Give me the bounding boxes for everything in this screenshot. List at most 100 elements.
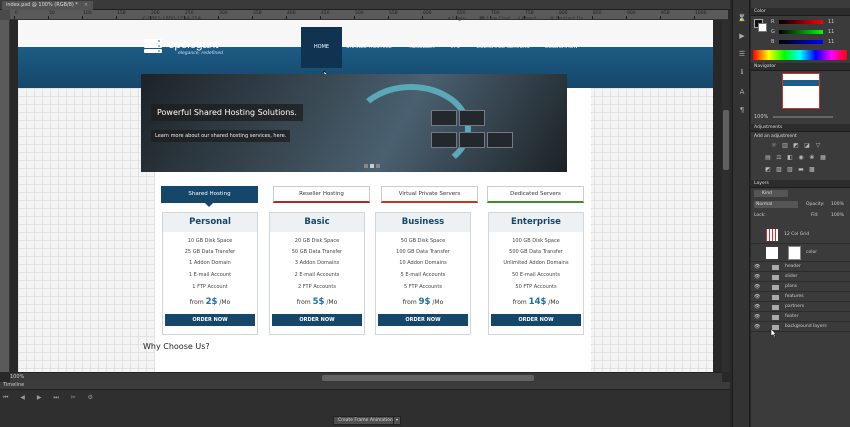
layer-row-footer[interactable]: 👁︎ footer (751, 312, 850, 322)
nav-vps[interactable]: VPS (444, 27, 466, 68)
nav-reseller[interactable]: RESELLER (404, 27, 440, 68)
selective-color-icon[interactable]: ▩ (809, 167, 815, 173)
order-now-button[interactable]: ORDER NOW (165, 314, 255, 326)
phone-number: ✆ 0861-1800-1234-254 (142, 16, 201, 22)
fill-value[interactable]: 100% (831, 213, 844, 218)
opacity-value[interactable]: 100% (831, 202, 844, 207)
character-icon[interactable]: A (737, 88, 747, 98)
blend-mode-select[interactable]: Normal (754, 201, 798, 208)
layer-row-plans[interactable]: 👁︎ plans (751, 282, 850, 292)
hero-slider[interactable] (141, 74, 567, 172)
slider-dot[interactable] (376, 164, 380, 168)
navigator-header-thumb (783, 80, 819, 86)
blue-value[interactable]: 11 (828, 39, 834, 45)
about-link[interactable]: ℹ︎ About (518, 16, 536, 22)
layers-panel-title[interactable]: Layers (751, 180, 850, 188)
exposure-icon[interactable]: ◪ (804, 143, 810, 149)
gradient-map-icon[interactable]: ▬ (798, 167, 804, 173)
contact-us-link[interactable]: ✉︎ Contact Us (550, 16, 583, 22)
vertical-scrollbar[interactable] (722, 20, 730, 372)
layer-kind-filter[interactable]: Kind (754, 190, 788, 197)
vibrance-icon[interactable]: ▽ (815, 143, 821, 149)
logo-text[interactable]: epelegant (168, 37, 218, 51)
color-balance-icon[interactable]: ⚖ (776, 155, 782, 161)
slider-dot[interactable] (364, 164, 368, 168)
navigator-preview[interactable] (782, 73, 820, 109)
create-frame-animation-button[interactable]: Create Frame Animation (333, 416, 398, 425)
folder-icon (772, 275, 779, 280)
tab-dedicated-servers[interactable]: Dedicated Servers (487, 186, 584, 203)
layer-row-background-layers[interactable]: 👁︎ background layers (751, 322, 850, 332)
layer-row-12-col-grid[interactable]: 12 Col Grid (751, 226, 850, 244)
red-value[interactable]: 11 (828, 19, 834, 25)
navigator-zoom-slider[interactable] (773, 116, 833, 118)
tab-virtual-private-servers[interactable]: Virtual Private Servers (381, 186, 478, 203)
layer-row-features[interactable]: 👁︎ features (751, 292, 850, 302)
properties-icon[interactable]: ☰ (737, 50, 747, 60)
price-suffix: /Mo (326, 299, 338, 306)
horizontal-scroll-thumb[interactable] (322, 375, 534, 381)
folder-icon (772, 305, 779, 310)
background-swatch[interactable] (758, 23, 767, 32)
tab-shared-hosting[interactable]: Shared Hosting (161, 186, 258, 203)
posterize-icon[interactable]: ▨ (776, 167, 782, 173)
green-slider[interactable] (779, 30, 823, 34)
timeline-playback-controls[interactable]: ⏮ ◀ ▶ ⏭ ✂ ⚙ (3, 394, 98, 402)
brightness-icon[interactable]: ☼ (771, 143, 777, 149)
layer-row-header[interactable]: 👁︎ header (751, 262, 850, 272)
paragraph-icon[interactable]: ¶ (737, 106, 747, 116)
nav-home[interactable]: HOME (301, 27, 342, 68)
price-suffix: /Mo (548, 299, 560, 306)
adjustments-panel-title[interactable]: Adjustments (751, 124, 850, 132)
layer-row-slider[interactable]: 👁︎ slider (751, 272, 850, 282)
order-now-button[interactable]: ORDER NOW (378, 314, 468, 326)
navigator-panel-title[interactable]: Navigator (751, 63, 850, 71)
blue-slider[interactable] (779, 40, 823, 44)
navigator-zoom[interactable]: 100% (754, 114, 768, 120)
layer-row-color[interactable]: color (751, 244, 850, 262)
nav-dedicated-servers[interactable]: DEDICATED SERVERS (474, 27, 532, 68)
live-chat-link[interactable]: ☎︎ Live Chat (479, 16, 510, 22)
timeline-panel-title[interactable]: Timeline (0, 382, 730, 390)
visibility-eye-icon[interactable]: 👁︎ (754, 322, 760, 332)
green-value[interactable]: 11 (828, 29, 834, 35)
color-spectrum-bar[interactable] (753, 50, 847, 60)
visibility-eye-icon[interactable]: 👁︎ (754, 312, 760, 322)
actions-icon[interactable]: ▶ (737, 32, 747, 42)
phone-number-text: 0861-1800-1234-254 (147, 16, 201, 22)
photo-filter-icon[interactable]: ◉ (798, 155, 804, 161)
black-white-icon[interactable]: ◧ (787, 155, 793, 161)
order-now-button[interactable]: ORDER NOW (491, 314, 581, 326)
color-tab[interactable]: Color (754, 9, 766, 14)
login-link[interactable]: 🔒︎ Login (448, 16, 466, 22)
visibility-eye-icon[interactable]: 👁︎ (754, 302, 760, 312)
threshold-icon[interactable]: ▧ (787, 167, 793, 173)
zoom-level[interactable]: 100% (10, 374, 24, 380)
nav-shared-hosting[interactable]: SHARED HOSTING (344, 27, 394, 68)
slider-dot[interactable] (370, 164, 374, 168)
red-slider[interactable] (779, 20, 823, 24)
visibility-eye-icon[interactable]: 👁︎ (754, 262, 760, 272)
info-icon[interactable]: ℹ (737, 68, 747, 78)
channel-mixer-icon[interactable]: ❀ (809, 155, 815, 161)
invert-icon[interactable]: ◩ (765, 167, 771, 173)
nav-colocation[interactable]: COLOCATION (540, 27, 582, 68)
history-icon[interactable]: ⌛ (737, 14, 747, 24)
visibility-eye-icon[interactable]: 👁︎ (754, 272, 760, 282)
contact-us-link-label: Contact Us (555, 16, 584, 22)
layer-row-partners[interactable]: 👁︎ partners (751, 302, 850, 312)
layer-mask-thumbnail (788, 246, 801, 260)
order-now-button[interactable]: ORDER NOW (272, 314, 362, 326)
hue-icon[interactable]: ▤ (765, 155, 771, 161)
visibility-eye-icon[interactable]: 👁︎ (754, 292, 760, 302)
levels-icon[interactable]: ▥ (782, 143, 788, 149)
tab-reseller-hosting[interactable]: Reseller Hosting (273, 186, 370, 203)
vertical-scroll-thumb[interactable] (723, 110, 729, 170)
visibility-eye-icon[interactable]: 👁︎ (754, 282, 760, 292)
slide-subtitle[interactable]: Learn more about our shared hosting serv… (151, 130, 291, 142)
layer-name: partners (785, 304, 805, 309)
color-lookup-icon[interactable]: ▦ (820, 155, 826, 161)
color-panel-title[interactable]: Color (751, 8, 850, 16)
curves-icon[interactable]: ◩ (793, 143, 799, 149)
chevron-down-icon[interactable]: ▾ (393, 416, 401, 425)
